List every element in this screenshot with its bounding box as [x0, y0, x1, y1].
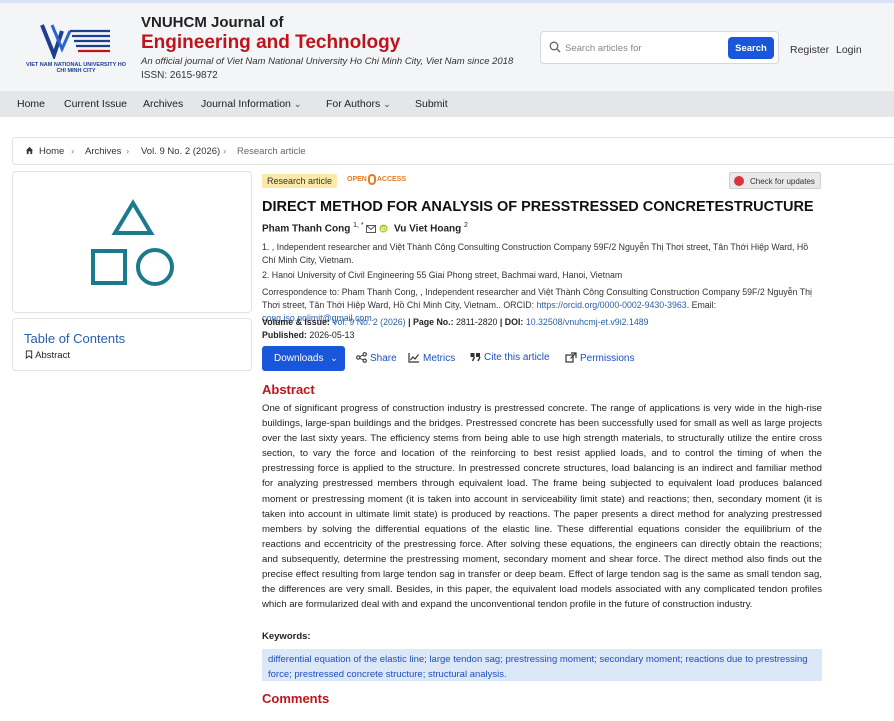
share-button[interactable]: Share	[356, 352, 397, 364]
svg-text:iD: iD	[381, 227, 386, 233]
toc-item-abstract[interactable]: Abstract	[25, 350, 70, 361]
check-for-updates-label: Check for updates	[750, 177, 815, 186]
downloads-label: Downloads	[274, 353, 324, 364]
nav-for-authors-label: For Authors	[326, 98, 381, 110]
metrics-label: Metrics	[423, 353, 456, 364]
published-label: Published:	[262, 330, 307, 340]
breadcrumb-separator: ›	[71, 146, 75, 157]
toc-item-label: Abstract	[35, 350, 70, 361]
logo-mark-icon	[40, 24, 110, 59]
permissions-label: Permissions	[580, 353, 635, 364]
crossmark-icon	[734, 176, 744, 186]
abstract-text: One of significant progress of construct…	[262, 403, 822, 611]
shapes-placeholder-icon	[91, 199, 174, 286]
open-access-left: OPEN	[347, 176, 367, 184]
author-1[interactable]: Pham Thanh Cong 1, * iD	[262, 222, 388, 234]
breadcrumb-separator: ›	[223, 146, 227, 157]
orcid-link[interactable]: https://orcid.org/0000-0002-9430-3963	[537, 300, 687, 310]
search-button[interactable]: Search	[728, 37, 774, 59]
affiliation-1: 1. , Independent researcher and Việt Thà…	[262, 242, 809, 265]
author-2[interactable]: Vu Viet Hoang 2	[394, 222, 468, 234]
chevron-down-icon: ⌄	[330, 353, 338, 363]
article-cover	[12, 171, 252, 313]
quote-icon	[470, 353, 481, 362]
downloads-button[interactable]: Downloads ⌄	[262, 346, 345, 371]
keywords-list[interactable]: differential equation of the elastic lin…	[262, 649, 822, 681]
permissions-button[interactable]: Permissions	[565, 352, 634, 364]
author-sup: 2	[464, 222, 468, 229]
open-access-right: ACCESS	[376, 176, 407, 184]
cite-label: Cite this article	[484, 352, 550, 363]
article-type-badge: Research article	[262, 174, 338, 188]
login-link[interactable]: Login	[836, 44, 862, 56]
journal-title[interactable]: Engineering and Technology	[141, 32, 400, 54]
published-value: 2026-05-13	[309, 330, 355, 340]
external-link-icon	[565, 352, 577, 363]
breadcrumb-archives[interactable]: Archives	[85, 146, 121, 157]
cite-button[interactable]: Cite this article	[470, 352, 550, 363]
nav-journal-information-label: Journal Information	[201, 98, 291, 110]
article-title: DIRECT METHOD FOR ANALYSIS OF PRESSTRESS…	[262, 199, 814, 215]
doi-link[interactable]: 10.32508/vnuhcmj-et.v9i2.1489	[526, 317, 649, 327]
site-header: VIET NAM NATIONAL UNIVERSITY HO CHI MINH…	[0, 3, 894, 91]
share-label: Share	[370, 353, 397, 364]
metrics-button[interactable]: Metrics	[408, 352, 455, 364]
chevron-down-icon: ⌄	[293, 99, 302, 109]
affiliation-2: 2. Hanoi University of Civil Engineering…	[262, 270, 623, 280]
nav-submit[interactable]: Submit	[415, 98, 448, 110]
nav-home[interactable]: Home	[17, 98, 45, 110]
correspondence-label: Correspondence to:	[262, 287, 340, 297]
breadcrumb-issue[interactable]: Vol. 9 No. 2 (2026)	[141, 146, 220, 157]
pages-value: 2811-2820	[456, 317, 498, 327]
author-sup: 1, *	[353, 222, 364, 229]
journal-subtitle: An official journal of Viet Nam National…	[141, 56, 514, 67]
comments-heading: Comments	[262, 691, 330, 706]
search-input[interactable]	[565, 38, 725, 58]
journal-issn: ISSN: 2615-9872	[141, 70, 218, 81]
breadcrumb-separator: ›	[126, 146, 130, 157]
bookmark-icon	[25, 350, 33, 360]
journal-logo[interactable]: VIET NAM NATIONAL UNIVERSITY HO CHI MINH…	[26, 21, 126, 77]
search-box: Search	[540, 31, 779, 64]
author-name: Pham Thanh Cong	[262, 223, 351, 235]
breadcrumb: Home › Archives › Vol. 9 No. 2 (2026) › …	[12, 137, 894, 165]
keywords-label: Keywords:	[262, 631, 311, 642]
nav-current-issue[interactable]: Current Issue	[64, 98, 127, 110]
nav-archives[interactable]: Archives	[143, 98, 183, 110]
email-label: . Email:	[686, 300, 717, 310]
open-access-lock-icon	[367, 174, 376, 185]
open-access-badge: OPEN ACCESS	[347, 174, 406, 185]
toc-title: Table of Contents	[24, 331, 126, 346]
author-name: Vu Viet Hoang	[394, 223, 462, 235]
journal-name: VNUHCM Journal of	[141, 14, 284, 31]
orcid-icon[interactable]: iD	[379, 224, 388, 233]
share-icon	[356, 352, 367, 363]
pages-label: | Page No.:	[408, 317, 454, 327]
check-for-updates-button[interactable]: Check for updates	[729, 172, 821, 189]
abstract-heading: Abstract	[262, 382, 315, 397]
volume-label: Volume & Issue:	[262, 317, 330, 327]
main-nav: Home Current Issue Archives Journal Info…	[0, 91, 894, 117]
chart-line-icon	[408, 353, 419, 363]
breadcrumb-home[interactable]: Home	[39, 146, 64, 157]
nav-for-authors[interactable]: For Authors ⌄	[326, 98, 391, 110]
search-icon	[549, 41, 561, 53]
logo-text: VIET NAM NATIONAL UNIVERSITY HO CHI MINH…	[26, 62, 126, 74]
nav-journal-information[interactable]: Journal Information ⌄	[201, 98, 301, 110]
published-line: Published: 2026-05-13	[262, 330, 822, 340]
mail-icon[interactable]	[366, 224, 377, 233]
volume-issue-line: Volume & Issue: Vol. 9 No. 2 (2026) | Pa…	[262, 317, 822, 327]
table-of-contents: Table of Contents Abstract	[12, 318, 252, 371]
breadcrumb-current: Research article	[237, 146, 306, 157]
chevron-down-icon: ⌄	[383, 99, 391, 109]
home-icon	[25, 146, 34, 158]
doi-label: | DOI:	[499, 317, 524, 327]
volume-link[interactable]: Vol. 9 No. 2 (2026)	[332, 317, 405, 327]
register-link[interactable]: Register	[790, 44, 829, 56]
